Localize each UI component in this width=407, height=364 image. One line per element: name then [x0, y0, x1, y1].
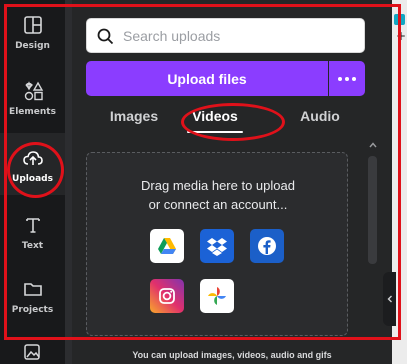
search-box[interactable] — [86, 18, 365, 53]
more-dot — [345, 76, 349, 81]
search-icon — [97, 28, 114, 45]
tab-audio[interactable]: Audio — [297, 108, 343, 130]
sidebar-item-label: Projects — [11, 305, 54, 315]
sidebar-item-text[interactable]: Text — [0, 200, 65, 262]
google-drive-icon — [158, 238, 176, 254]
chevron-left-icon — [387, 295, 392, 303]
instagram-icon — [159, 288, 175, 304]
sidebar-item-design[interactable]: Design — [0, 0, 65, 62]
dropzone-text-line2: or connect an account... — [148, 197, 288, 212]
sidebar-item-label: Uploads — [12, 174, 53, 184]
sidebar-rail: Design Elements Uploads Text Projects — [0, 0, 65, 364]
plus-icon[interactable]: + — [396, 30, 406, 42]
collapse-panel-button[interactable] — [383, 272, 396, 326]
dropbox-icon — [207, 238, 227, 256]
facebook-button[interactable] — [250, 229, 284, 263]
rail-divider — [65, 0, 72, 364]
dropzone-text-line1: Drag media here to upload — [141, 178, 295, 193]
uploads-panel: Upload files Images Videos Audio Drag me… — [72, 0, 392, 364]
sidebar-item-projects[interactable]: Projects — [0, 264, 65, 326]
shapes-icon — [24, 81, 43, 101]
image-icon[interactable] — [22, 342, 42, 362]
folder-icon — [23, 283, 42, 296]
chevron-up-icon — [369, 142, 377, 148]
more-dot — [352, 76, 356, 81]
sidebar-item-uploads[interactable]: Uploads — [0, 133, 65, 195]
scrollbar[interactable] — [368, 156, 377, 264]
cloud-upload-icon — [22, 151, 43, 165]
upload-dropzone[interactable]: Drag media here to upload or connect an … — [86, 152, 348, 336]
search-input[interactable] — [123, 24, 353, 48]
sidebar-item-elements[interactable]: Elements — [0, 66, 65, 128]
active-tab-indicator — [187, 131, 243, 133]
instagram-button[interactable] — [150, 279, 184, 313]
checkbox-icon[interactable] — [394, 14, 405, 25]
facebook-icon — [258, 237, 276, 255]
google-photos-button[interactable] — [200, 279, 234, 313]
sidebar-item-label: Text — [21, 241, 44, 251]
sidebar-item-label: Elements — [9, 107, 56, 117]
more-options-button[interactable] — [329, 61, 365, 96]
sidebar-item-label: Design — [15, 41, 50, 51]
text-icon — [25, 218, 40, 233]
upload-hint-text: You can upload images, videos, audio and… — [132, 350, 332, 360]
tab-videos[interactable]: Videos — [187, 108, 243, 130]
layout-icon — [23, 16, 42, 34]
more-dot — [338, 76, 342, 81]
scroll-up-button[interactable] — [364, 136, 382, 154]
upload-files-button[interactable]: Upload files — [86, 61, 328, 96]
google-photos-icon — [208, 287, 226, 305]
tab-images[interactable]: Images — [108, 108, 160, 130]
google-drive-button[interactable] — [150, 229, 184, 263]
dropbox-button[interactable] — [200, 229, 234, 263]
